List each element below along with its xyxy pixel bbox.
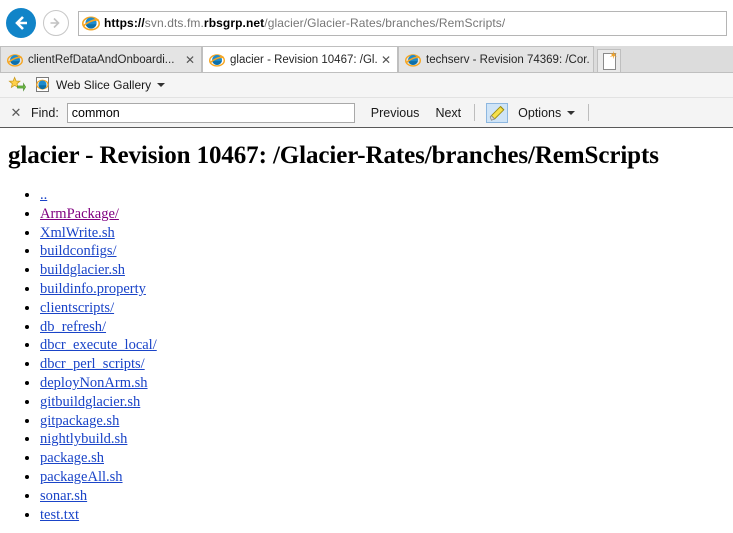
find-options-button[interactable]: Options	[518, 105, 576, 120]
list-item: sonar.sh	[40, 487, 733, 506]
list-item: gitpackage.sh	[40, 412, 733, 431]
find-previous-button[interactable]: Previous	[371, 106, 420, 120]
list-item: ..	[40, 186, 733, 205]
directory-link[interactable]: sonar.sh	[40, 488, 87, 504]
list-item: gitbuildglacier.sh	[40, 393, 733, 412]
directory-link[interactable]: ..	[40, 187, 47, 203]
directory-link[interactable]: test.txt	[40, 507, 79, 523]
page-content: glacier - Revision 10467: /Glacier-Rates…	[0, 129, 733, 533]
ie-logo-icon	[405, 52, 421, 68]
list-item: ArmPackage/	[40, 205, 733, 224]
back-button[interactable]	[6, 8, 36, 38]
tab-clientrefdata[interactable]: clientRefDataAndOnboardi... ✕	[0, 46, 202, 72]
close-icon[interactable]: ✕	[379, 53, 393, 67]
tab-title: techserv - Revision 74369: /Cor...	[426, 53, 589, 66]
tab-glacier[interactable]: glacier - Revision 10467: /Gl... ✕	[202, 46, 398, 72]
list-item: XmlWrite.sh	[40, 224, 733, 243]
new-tab-button[interactable]: ✶	[597, 49, 621, 72]
directory-link[interactable]: buildinfo.property	[40, 281, 146, 297]
directory-link[interactable]: db_refresh/	[40, 319, 106, 335]
find-bar: ✕ Find: Previous Next Options	[0, 98, 733, 128]
list-item: db_refresh/	[40, 318, 733, 337]
list-item: deployNonArm.sh	[40, 374, 733, 393]
find-label: Find:	[31, 105, 59, 120]
list-item: dbcr_execute_local/	[40, 336, 733, 355]
directory-link[interactable]: buildconfigs/	[40, 243, 117, 259]
highlight-all-button[interactable]	[486, 102, 509, 123]
directory-link[interactable]: gitbuildglacier.sh	[40, 394, 140, 410]
directory-link[interactable]: clientscripts/	[40, 300, 114, 316]
ie-logo-icon	[82, 14, 100, 32]
directory-link[interactable]: nightlybuild.sh	[40, 431, 127, 447]
directory-link[interactable]: deployNonArm.sh	[40, 375, 148, 391]
favorites-item-web-slice-gallery[interactable]: Web Slice Gallery	[36, 77, 166, 93]
page-title: glacier - Revision 10467: /Glacier-Rates…	[8, 142, 659, 169]
directory-link[interactable]: package.sh	[40, 450, 104, 466]
list-item: buildconfigs/	[40, 242, 733, 261]
tab-title: glacier - Revision 10467: /Gl...	[230, 53, 377, 66]
favorites-bar: Web Slice Gallery	[0, 73, 733, 98]
chevron-down-icon	[567, 110, 576, 115]
list-item: packageAll.sh	[40, 468, 733, 487]
address-bar[interactable]: https://svn.dts.fm.rbsgrp.net/glacier/Gl…	[78, 10, 727, 36]
list-item: dbcr_perl_scripts/	[40, 355, 733, 374]
address-bar-url: https://svn.dts.fm.rbsgrp.net/glacier/Gl…	[104, 16, 506, 30]
web-slice-icon	[36, 77, 51, 93]
list-item: nightlybuild.sh	[40, 430, 733, 449]
tab-strip: clientRefDataAndOnboardi... ✕ glacier - …	[0, 46, 733, 73]
directory-link[interactable]: dbcr_execute_local/	[40, 337, 157, 353]
list-item: test.txt	[40, 506, 733, 525]
highlighter-pen-icon	[489, 105, 505, 121]
directory-link[interactable]: buildglacier.sh	[40, 262, 125, 278]
close-icon[interactable]: ✕	[183, 53, 197, 67]
browser-navigation-bar: https://svn.dts.fm.rbsgrp.net/glacier/Gl…	[0, 0, 733, 46]
directory-link[interactable]: packageAll.sh	[40, 469, 123, 485]
directory-link[interactable]: gitpackage.sh	[40, 413, 119, 429]
directory-listing: .. ArmPackage/XmlWrite.sh buildconfigs/bui…	[0, 186, 733, 524]
tab-techserv[interactable]: techserv - Revision 74369: /Cor...	[398, 46, 594, 72]
divider	[474, 104, 476, 121]
favorites-item-label: Web Slice Gallery	[56, 78, 152, 92]
sparkle-icon: ✶	[608, 50, 618, 62]
forward-button[interactable]	[43, 10, 69, 36]
search-input[interactable]	[66, 102, 355, 123]
directory-link[interactable]: ArmPackage/	[40, 206, 119, 222]
list-item: buildglacier.sh	[40, 261, 733, 280]
list-item: buildinfo.property	[40, 280, 733, 299]
ie-logo-icon	[209, 52, 225, 68]
find-next-button[interactable]: Next	[435, 106, 461, 120]
find-options-label: Options	[518, 105, 562, 120]
ie-logo-icon	[7, 52, 23, 68]
directory-link[interactable]: XmlWrite.sh	[40, 225, 115, 241]
forward-arrow-icon	[50, 17, 60, 29]
list-item: clientscripts/	[40, 299, 733, 318]
back-arrow-icon	[15, 16, 27, 30]
close-icon[interactable]: ✕	[9, 105, 23, 121]
chevron-down-icon	[157, 83, 166, 87]
add-favorite-star-icon[interactable]	[8, 76, 27, 94]
directory-link[interactable]: dbcr_perl_scripts/	[40, 356, 145, 372]
tab-title: clientRefDataAndOnboardi...	[28, 53, 175, 66]
divider	[588, 104, 590, 121]
list-item: package.sh	[40, 449, 733, 468]
